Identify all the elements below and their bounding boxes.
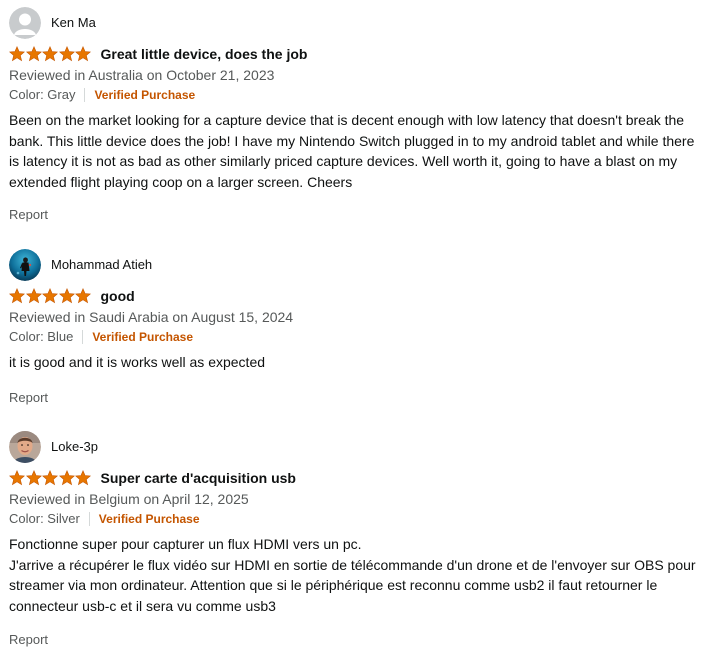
star-icon — [25, 46, 42, 62]
star-icon — [42, 46, 58, 62]
review-item: Loke-3p Super carte d'acquisition usb Re… — [9, 430, 699, 649]
review-body: Been on the market looking for a capture… — [9, 112, 695, 190]
product-variant[interactable]: Color: Blue — [9, 327, 73, 347]
review-list: Ken Ma Great little device, does the job… — [0, 0, 705, 658]
review-title[interactable]: Super carte d'acquisition usb — [101, 468, 296, 488]
reviewer-profile[interactable]: Ken Ma — [9, 6, 699, 40]
verified-purchase-badge: Verified Purchase — [98, 512, 200, 526]
star-icon — [58, 46, 75, 62]
star-icon — [42, 470, 58, 486]
review-title[interactable]: good — [101, 286, 135, 306]
divider — [88, 512, 90, 526]
star-icon — [9, 46, 25, 62]
default-user-icon — [9, 7, 41, 39]
divider — [82, 330, 84, 344]
product-variant[interactable]: Color: Silver — [9, 509, 80, 529]
diver-photo-avatar — [9, 249, 41, 281]
reviewer-name: Loke-3p — [51, 439, 98, 454]
verified-purchase-badge: Verified Purchase — [92, 330, 194, 344]
star-icon — [25, 288, 42, 304]
star-icon — [58, 470, 75, 486]
review-title[interactable]: Great little device, does the job — [101, 44, 308, 64]
review-date: Reviewed in Belgium on April 12, 2025 — [9, 491, 249, 507]
product-variant[interactable]: Color: Gray — [9, 85, 75, 105]
reviewer-profile[interactable]: Loke-3p — [9, 430, 699, 464]
report-link[interactable]: Report — [9, 206, 48, 224]
review-date: Reviewed in Australia on October 21, 202… — [9, 67, 275, 83]
review-body: it is good and it is works well as expec… — [9, 354, 266, 370]
star-rating[interactable] — [9, 470, 92, 486]
star-icon — [58, 288, 75, 304]
reviewer-profile[interactable]: Mohammad Atieh — [9, 248, 699, 282]
verified-purchase-badge: Verified Purchase — [94, 88, 196, 102]
star-rating[interactable] — [9, 46, 92, 62]
star-icon — [75, 46, 91, 62]
review-body: Fonctionne super pour capturer un flux H… — [9, 536, 696, 614]
star-icon — [75, 470, 91, 486]
review-item: Mohammad Atieh good Reviewed in Saudi Ar… — [9, 248, 699, 407]
review-date: Reviewed in Saudi Arabia on August 15, 2… — [9, 309, 294, 325]
star-icon — [42, 288, 58, 304]
review-item: Ken Ma Great little device, does the job… — [9, 6, 699, 224]
report-link[interactable]: Report — [9, 631, 48, 649]
reviewer-name: Mohammad Atieh — [51, 257, 153, 272]
star-icon — [75, 288, 91, 304]
star-icon — [9, 470, 25, 486]
report-link[interactable]: Report — [9, 389, 48, 407]
star-rating[interactable] — [9, 288, 92, 304]
star-icon — [25, 470, 42, 486]
person-photo-avatar — [9, 431, 41, 463]
star-icon — [9, 288, 25, 304]
divider — [84, 88, 86, 102]
reviewer-name: Ken Ma — [51, 15, 96, 30]
